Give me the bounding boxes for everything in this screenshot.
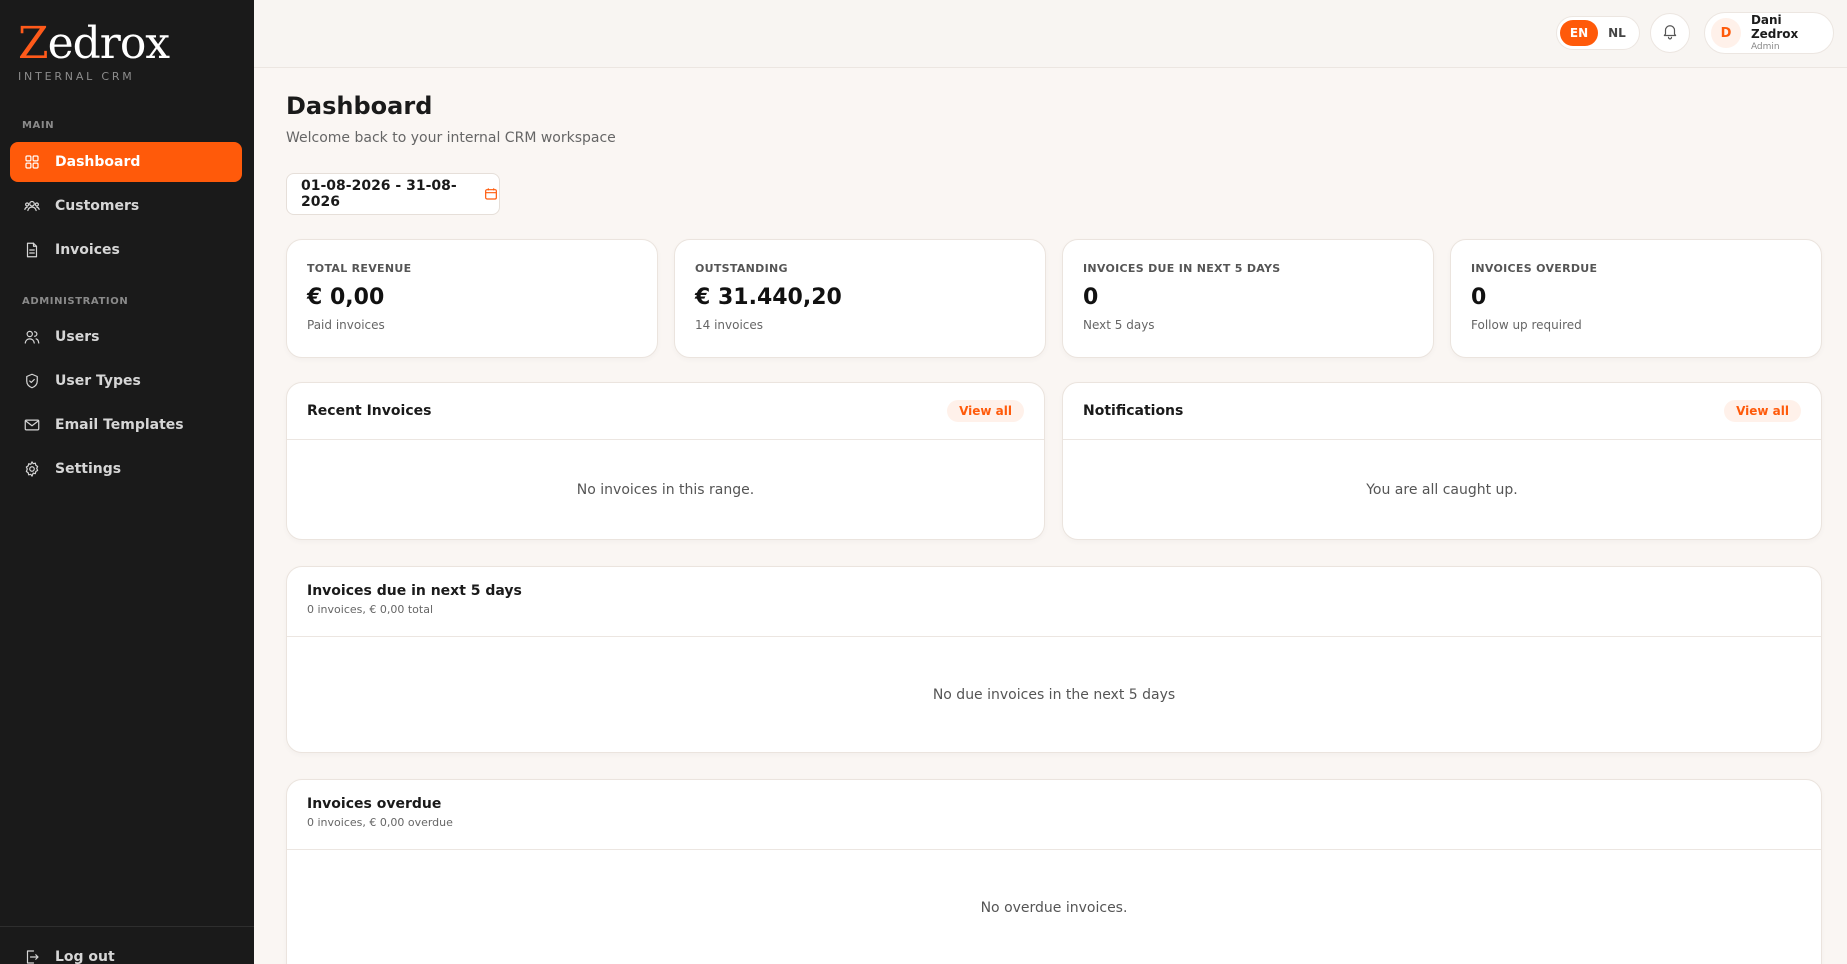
customers-icon	[23, 197, 41, 215]
panel-title: Invoices due in next 5 days	[307, 583, 522, 599]
sidebar-item-invoices[interactable]: Invoices	[10, 230, 242, 270]
stat-value: 0	[1471, 285, 1487, 310]
avatar: D	[1711, 18, 1741, 48]
stat-hint: Follow up required	[1471, 318, 1582, 332]
notifications-button[interactable]	[1650, 13, 1690, 53]
stat-label: OUTSTANDING	[695, 262, 788, 275]
calendar-icon	[483, 186, 499, 202]
stat-hint: 14 invoices	[695, 318, 764, 332]
stat-value: 0	[1083, 285, 1099, 310]
top-bar: EN NL D Dani Zedrox Admin	[254, 0, 1847, 68]
panel-summary: 0 invoices, € 0,00 overdue	[307, 816, 453, 829]
date-range-value: 01-08-2026 - 31-08-2026	[301, 178, 457, 210]
sidebar-item-user-types[interactable]: User Types	[10, 361, 242, 401]
logo-subtitle: INTERNAL CRM	[18, 70, 135, 83]
sidebar-item-label: Users	[55, 329, 100, 345]
stat-label: INVOICES OVERDUE	[1471, 262, 1598, 275]
shield-icon	[23, 372, 41, 390]
sidebar-item-email-templates[interactable]: Email Templates	[10, 405, 242, 445]
user-menu[interactable]: D Dani Zedrox Admin	[1704, 12, 1834, 54]
document-icon	[23, 241, 41, 259]
empty-state: No due invoices in the next 5 days	[932, 686, 1176, 703]
logout-button[interactable]: Log out	[10, 937, 242, 964]
stat-value: € 0,00	[307, 285, 385, 310]
sidebar-item-label: Settings	[55, 461, 122, 477]
stat-hint: Paid invoices	[307, 318, 385, 332]
sidebar-item-label: User Types	[55, 373, 141, 389]
recent-invoices-panel: Recent Invoices View all No invoices in …	[286, 382, 1045, 540]
panel-title: Invoices overdue	[307, 796, 442, 812]
sidebar-item-label: Dashboard	[55, 154, 141, 170]
user-role: Admin	[1750, 42, 1780, 52]
sidebar-item-customers[interactable]: Customers	[10, 186, 242, 226]
logout-icon	[23, 948, 41, 964]
lang-option-nl[interactable]: NL	[1598, 20, 1636, 46]
panel-title: Recent Invoices	[307, 403, 432, 419]
bell-icon	[1661, 22, 1679, 44]
empty-state: No overdue invoices.	[980, 899, 1128, 916]
stat-hint: Next 5 days	[1083, 318, 1155, 332]
brand-logo[interactable]: Zedrox INTERNAL CRM	[18, 18, 170, 83]
sidebar-item-label: Invoices	[55, 242, 120, 258]
view-all-notifications-button[interactable]: View all	[1724, 400, 1801, 422]
empty-state: You are all caught up.	[1366, 482, 1518, 498]
users-icon	[23, 328, 41, 346]
view-all-invoices-button[interactable]: View all	[947, 400, 1024, 422]
grid-icon	[23, 153, 41, 171]
sidebar-divider	[0, 926, 254, 927]
lang-option-en[interactable]: EN	[1560, 20, 1598, 46]
sidebar-item-settings[interactable]: Settings	[10, 449, 242, 489]
section-label-main: MAIN	[22, 120, 55, 131]
user-name: Dani Zedrox	[1750, 13, 1799, 41]
stat-card-overdue: INVOICES OVERDUE 0 Follow up required	[1450, 239, 1822, 358]
section-label-administration: ADMINISTRATION	[22, 296, 129, 307]
sidebar-item-dashboard[interactable]: Dashboard	[10, 142, 242, 182]
logout-label: Log out	[55, 949, 115, 964]
page-subtitle: Welcome back to your internal CRM worksp…	[286, 130, 616, 146]
sidebar-item-users[interactable]: Users	[10, 317, 242, 357]
stat-card-outstanding: OUTSTANDING € 31.440,20 14 invoices	[674, 239, 1046, 358]
panel-summary: 0 invoices, € 0,00 total	[307, 603, 433, 616]
sidebar: Zedrox INTERNAL CRM MAIN Dashboard Custo…	[0, 0, 254, 964]
logo-wordmark: Zedrox	[18, 18, 170, 69]
date-range-picker[interactable]: 01-08-2026 - 31-08-2026	[286, 173, 500, 215]
overdue-panel: Invoices overdue 0 invoices, € 0,00 over…	[286, 779, 1822, 964]
stat-card-total-revenue: TOTAL REVENUE € 0,00 Paid invoices	[286, 239, 658, 358]
sidebar-item-label: Customers	[55, 198, 140, 214]
stat-label: TOTAL REVENUE	[307, 262, 412, 275]
due-next-panel: Invoices due in next 5 days 0 invoices, …	[286, 566, 1822, 753]
language-switcher: EN NL	[1556, 16, 1640, 50]
gear-icon	[23, 460, 41, 478]
sidebar-item-label: Email Templates	[55, 417, 184, 433]
panel-title: Notifications	[1083, 403, 1184, 419]
mail-icon	[23, 416, 41, 434]
notifications-panel: Notifications View all You are all caugh…	[1062, 382, 1822, 540]
empty-state: No invoices in this range.	[576, 482, 755, 498]
page-title: Dashboard	[286, 92, 433, 120]
stat-value: € 31.440,20	[695, 285, 842, 310]
stat-label: INVOICES DUE IN NEXT 5 DAYS	[1083, 262, 1281, 275]
stat-card-due-next-5-days: INVOICES DUE IN NEXT 5 DAYS 0 Next 5 day…	[1062, 239, 1434, 358]
